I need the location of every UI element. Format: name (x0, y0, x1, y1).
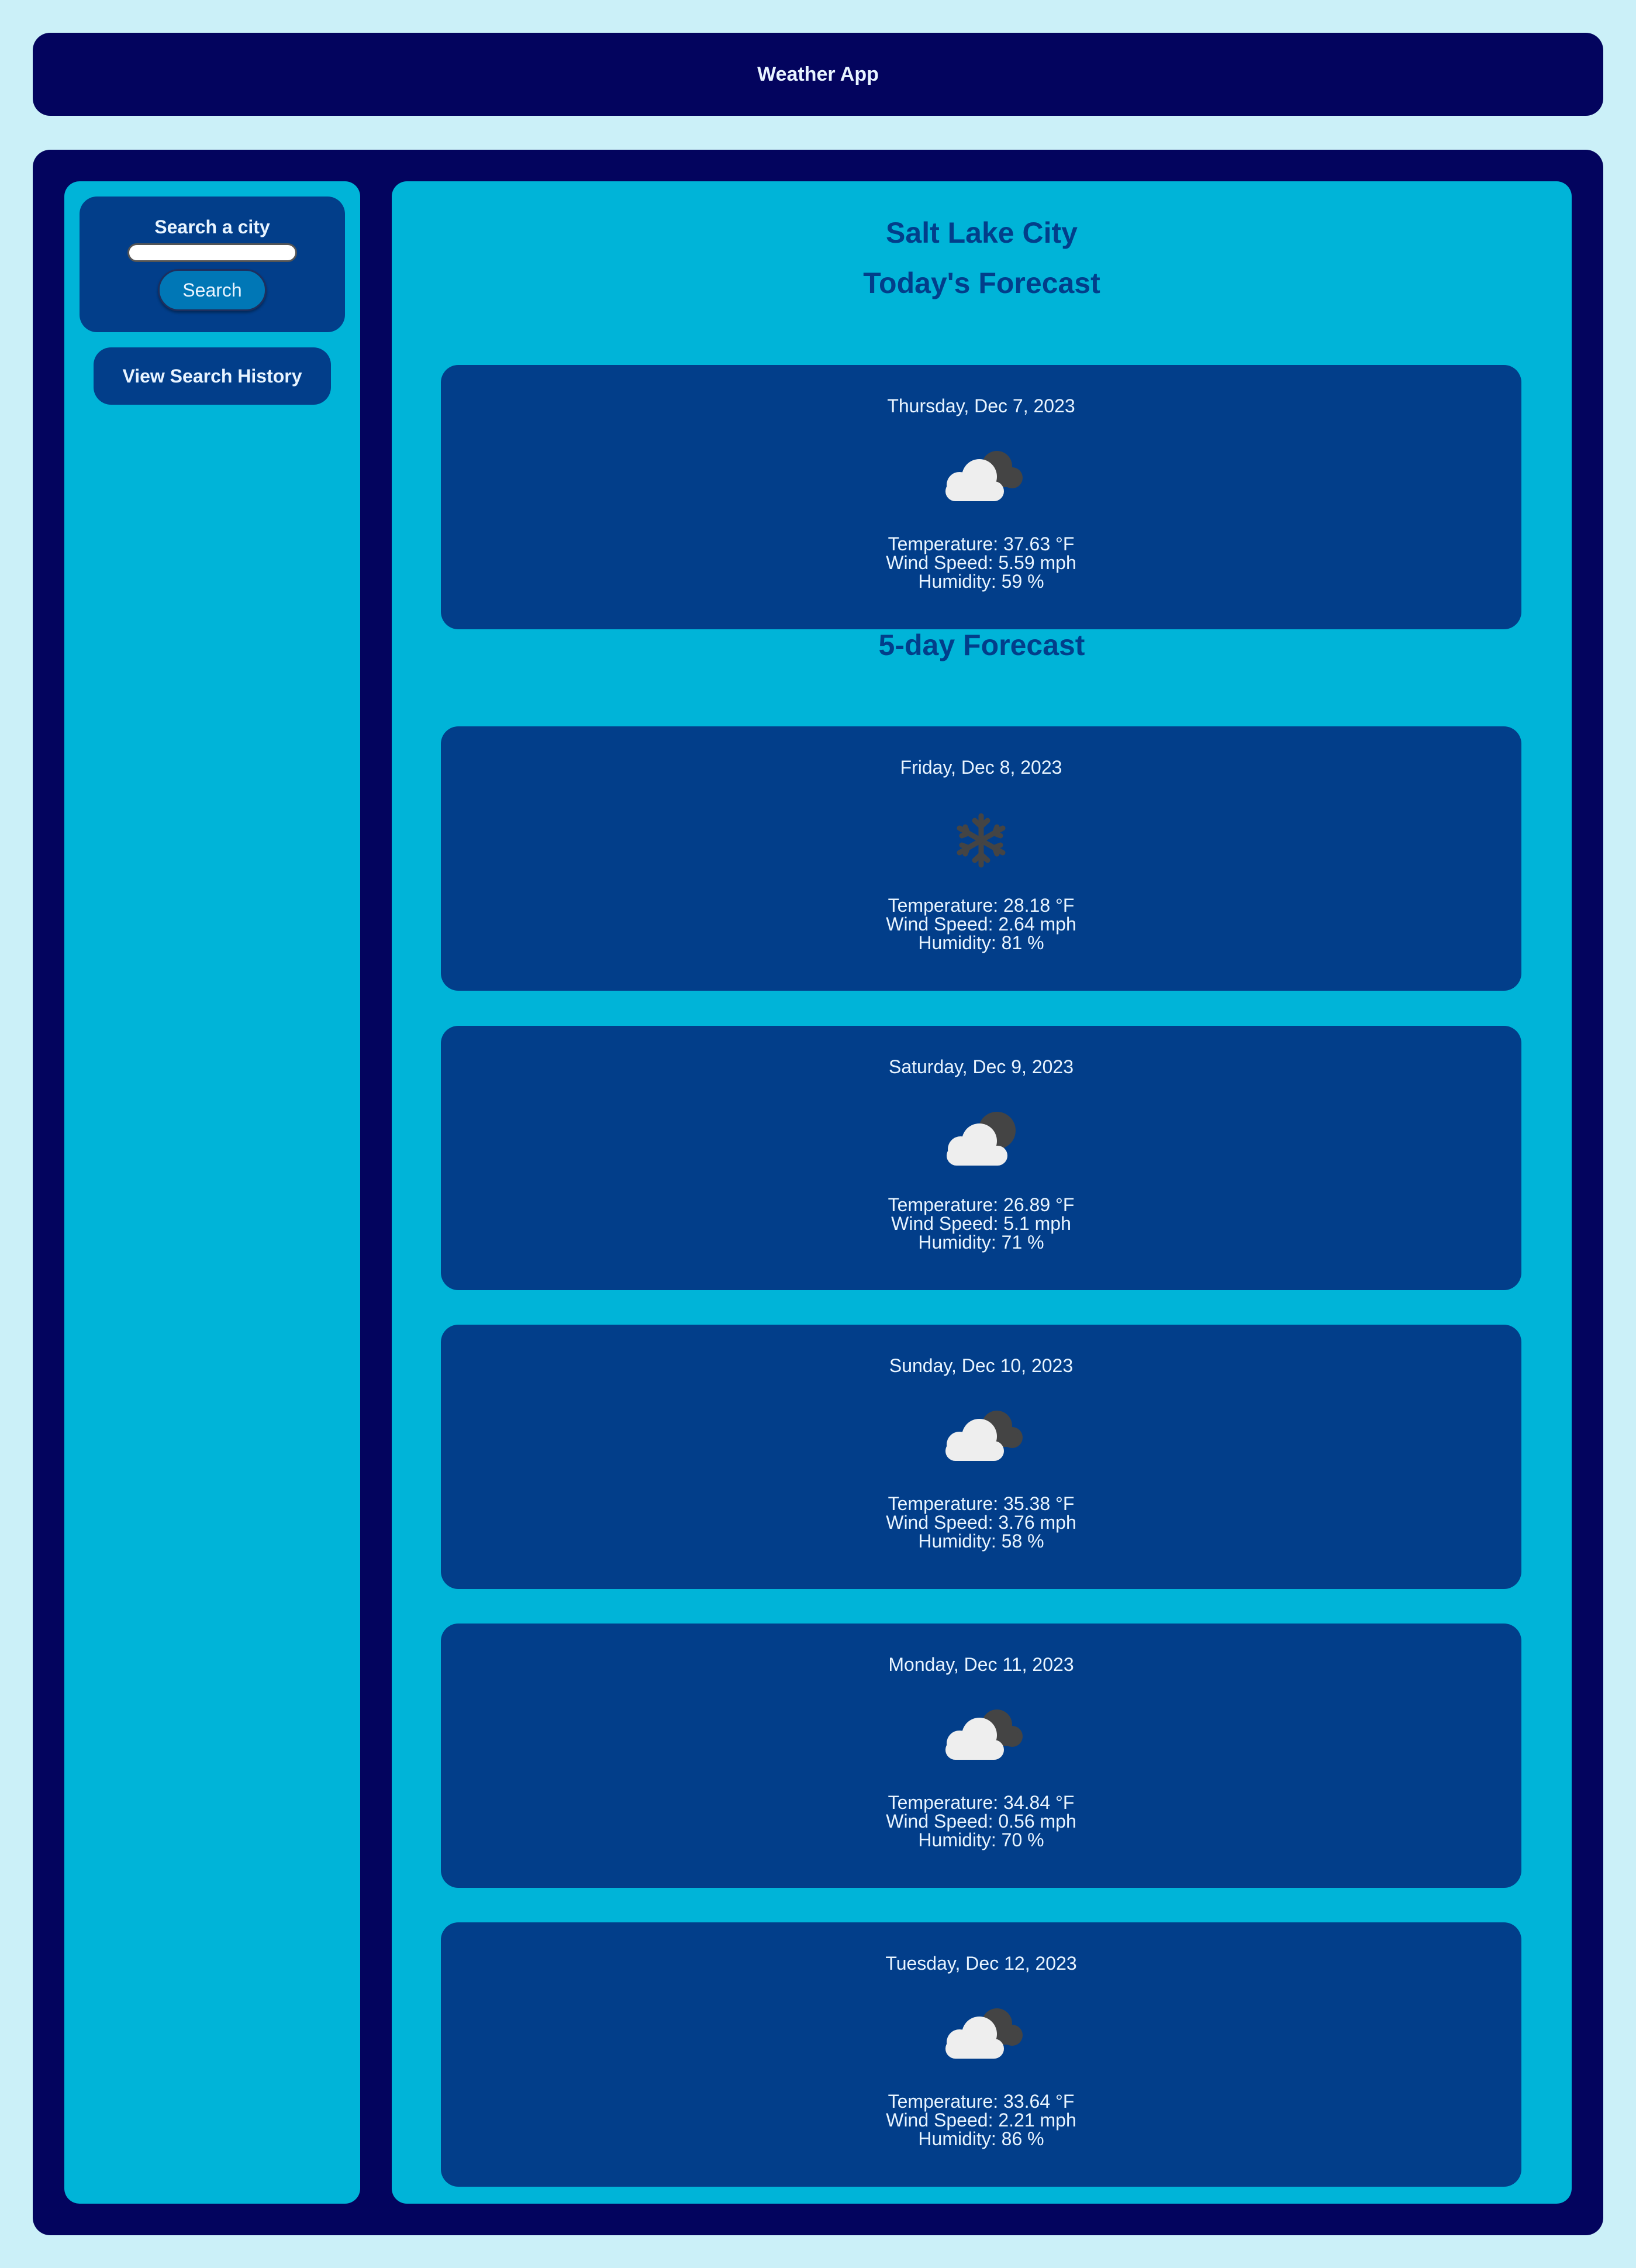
view-search-history-button[interactable]: View Search History (94, 347, 331, 405)
forecast-date: Sunday, Dec 10, 2023 (889, 1355, 1074, 1376)
app-frame: Search a city Search View Search History… (33, 150, 1603, 2235)
five-day-forecast-heading: 5-day Forecast (878, 629, 1085, 661)
cloud-moon-icon (931, 1105, 1031, 1175)
humidity-text: Humidity: 81 % (918, 932, 1044, 953)
humidity-text: Humidity: 70 % (918, 1829, 1044, 1850)
todays-forecast-heading: Today's Forecast (863, 267, 1100, 299)
forecast-details: Temperature: 37.63 °F Wind Speed: 5.59 m… (441, 535, 1521, 591)
forecast-details: Temperature: 33.64 °F Wind Speed: 2.21 m… (441, 2092, 1521, 2148)
forecast-panel: Salt Lake City Today's Forecast Thursday… (392, 181, 1572, 2204)
forecast-details: Temperature: 26.89 °F Wind Speed: 5.1 mp… (441, 1195, 1521, 1252)
sidebar: Search a city Search View Search History (64, 181, 360, 2204)
today-forecast-card: Thursday, Dec 7, 2023 Temperature: 37.63… (441, 365, 1521, 629)
partly-cloudy-night-icon (931, 2001, 1031, 2071)
temperature-text: Temperature: 37.63 °F (888, 533, 1075, 554)
temperature-text: Temperature: 28.18 °F (888, 895, 1075, 916)
forecast-date: Thursday, Dec 7, 2023 (887, 395, 1075, 416)
forecast-date: Monday, Dec 11, 2023 (888, 1654, 1074, 1675)
humidity-text: Humidity: 58 % (918, 1531, 1044, 1552)
forecast-card: Saturday, Dec 9, 2023 Temperature: 26.89… (441, 1026, 1521, 1290)
forecast-date: Tuesday, Dec 12, 2023 (885, 1953, 1077, 1974)
humidity-text: Humidity: 86 % (918, 2128, 1044, 2149)
partly-cloudy-night-icon (931, 444, 1031, 514)
forecast-details: Temperature: 34.84 °F Wind Speed: 0.56 m… (441, 1793, 1521, 1849)
wind-speed-text: Wind Speed: 5.1 mph (891, 1213, 1071, 1234)
wind-speed-text: Wind Speed: 0.56 mph (886, 1811, 1076, 1832)
temperature-text: Temperature: 33.64 °F (888, 2091, 1075, 2112)
temperature-text: Temperature: 26.89 °F (888, 1194, 1075, 1215)
forecast-card: Friday, Dec 8, 2023 Temperature: 28.18 °… (441, 726, 1521, 991)
city-search-input[interactable] (127, 243, 297, 262)
search-label: Search a city (154, 216, 270, 237)
wind-speed-text: Wind Speed: 2.64 mph (886, 914, 1076, 935)
partly-cloudy-night-icon (931, 1702, 1031, 1773)
forecast-date: Friday, Dec 8, 2023 (900, 757, 1062, 778)
wind-speed-text: Wind Speed: 3.76 mph (886, 1512, 1076, 1533)
temperature-text: Temperature: 35.38 °F (888, 1493, 1075, 1514)
humidity-text: Humidity: 59 % (918, 571, 1044, 592)
app-header: Weather App (33, 33, 1603, 116)
search-button[interactable]: Search (158, 269, 267, 311)
city-name: Salt Lake City (886, 216, 1078, 249)
forecast-card: Monday, Dec 11, 2023 Temperature: 34.84 … (441, 1624, 1521, 1888)
partly-cloudy-night-icon (931, 1404, 1031, 1474)
forecast-details: Temperature: 28.18 °F Wind Speed: 2.64 m… (441, 896, 1521, 952)
forecast-date: Saturday, Dec 9, 2023 (888, 1056, 1074, 1077)
forecast-card: Tuesday, Dec 12, 2023 Temperature: 33.64… (441, 1922, 1521, 2187)
app-title: Weather App (757, 63, 879, 85)
forecast-details: Temperature: 35.38 °F Wind Speed: 3.76 m… (441, 1494, 1521, 1550)
forecast-card: Sunday, Dec 10, 2023 Temperature: 35.38 … (441, 1325, 1521, 1589)
temperature-text: Temperature: 34.84 °F (888, 1792, 1075, 1813)
snowflake-icon (931, 805, 1031, 876)
search-panel: Search a city Search (80, 197, 345, 332)
humidity-text: Humidity: 71 % (918, 1232, 1044, 1253)
wind-speed-text: Wind Speed: 5.59 mph (886, 552, 1076, 573)
wind-speed-text: Wind Speed: 2.21 mph (886, 2110, 1076, 2131)
